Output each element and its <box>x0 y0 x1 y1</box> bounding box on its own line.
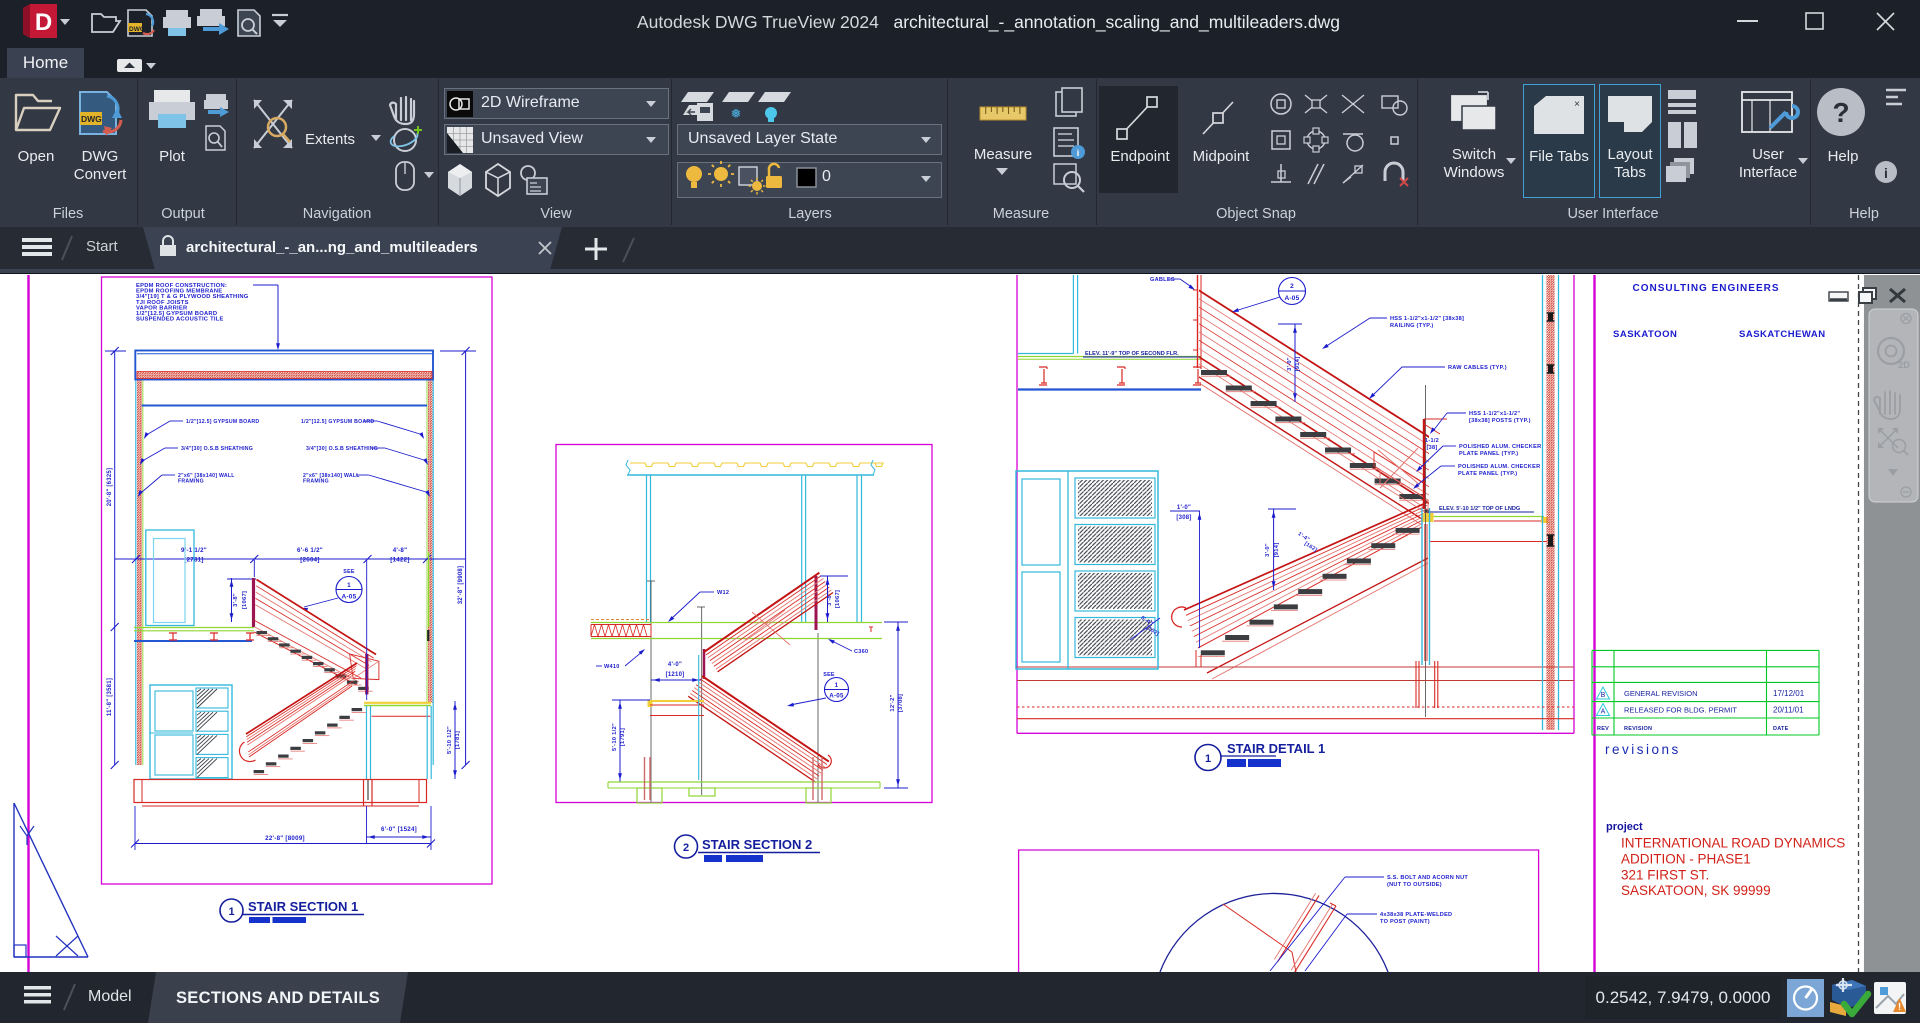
svg-text:ADDITION - PHASE1: ADDITION - PHASE1 <box>1621 852 1751 867</box>
svg-text:17/12/01: 17/12/01 <box>1773 689 1805 698</box>
svg-text:ELEV. 11'-9" TOP OF SECOND FLR: ELEV. 11'-9" TOP OF SECOND FLR. <box>1085 351 1179 357</box>
svg-text:6'-6 1/2": 6'-6 1/2" <box>297 547 323 554</box>
svg-text:POLISHED ALUM. CHECKER: POLISHED ALUM. CHECKER <box>1459 444 1541 450</box>
svg-text:32'-8" [9908]: 32'-8" [9908] <box>458 566 464 605</box>
svg-text:STAIR DETAIL 1: STAIR DETAIL 1 <box>1227 741 1325 756</box>
svg-text:1: 1 <box>835 682 839 689</box>
svg-text:1'-0": 1'-0" <box>1177 505 1191 511</box>
svg-text:DWG: DWG <box>81 114 102 124</box>
svg-text:22'-8" [8009]: 22'-8" [8009] <box>265 835 305 842</box>
svg-text:SASKATCHEWAN: SASKATCHEWAN <box>1739 329 1826 340</box>
svg-text:STAIR SECTION 1: STAIR SECTION 1 <box>248 899 358 914</box>
svg-text:project: project <box>1606 821 1643 833</box>
svg-text:[1210]: [1210] <box>666 672 685 678</box>
svg-text:5'-10 1/2": 5'-10 1/2" <box>612 723 618 751</box>
svg-text:[162]: [162] <box>1303 541 1318 554</box>
svg-text:[3708]: [3708] <box>898 694 904 712</box>
svg-text:[1781]: [1781] <box>455 731 461 749</box>
svg-text:[1067]: [1067] <box>242 591 248 609</box>
svg-text:FRAMING: FRAMING <box>178 479 204 485</box>
svg-text:SASKATOON, SK 99999: SASKATOON, SK 99999 <box>1621 883 1771 898</box>
svg-text:HSS 1-1/2"x1-1/2" [38x38]: HSS 1-1/2"x1-1/2" [38x38] <box>1390 316 1464 322</box>
svg-text:i: i <box>1884 165 1888 181</box>
svg-text:HSS 1-1/2"x1-1/2": HSS 1-1/2"x1-1/2" <box>1469 411 1520 417</box>
svg-text:B: B <box>1601 692 1606 699</box>
svg-text:RAW CABLES (TYP.): RAW CABLES (TYP.) <box>1448 365 1507 371</box>
svg-text:(NUT TO OUTSIDE): (NUT TO OUTSIDE) <box>1387 882 1442 888</box>
svg-text:[2604]: [2604] <box>300 557 319 564</box>
svg-text:1: 1 <box>1205 753 1211 765</box>
svg-text:ELEV. 5'-10 1/2" TOP OF LNDG: ELEV. 5'-10 1/2" TOP OF LNDG <box>1439 506 1520 512</box>
svg-text:1: 1 <box>228 906 234 918</box>
svg-text:D: D <box>35 9 52 36</box>
svg-text:?: ? <box>1832 97 1849 128</box>
svg-text:1-1/2: 1-1/2 <box>1425 438 1439 444</box>
svg-text:GABLES: GABLES <box>1150 277 1175 283</box>
svg-text:3'-8": 3'-8" <box>233 593 239 607</box>
svg-text:GENERAL REVISION: GENERAL REVISION <box>1624 689 1698 698</box>
svg-text:W12: W12 <box>717 590 729 596</box>
svg-text:A: A <box>1601 709 1606 716</box>
svg-text:2: 2 <box>683 842 689 854</box>
svg-text:321 FIRST ST.: 321 FIRST ST. <box>1621 868 1709 883</box>
svg-text:×: × <box>1574 99 1580 110</box>
svg-text:12'-2": 12'-2" <box>890 694 896 711</box>
svg-text:FRAMING: FRAMING <box>303 479 329 485</box>
svg-text:A-05: A-05 <box>1284 295 1299 302</box>
svg-text:11'-8" [3581]: 11'-8" [3581] <box>107 678 113 716</box>
svg-text:A-05: A-05 <box>341 594 356 601</box>
svg-text:3'-0": 3'-0" <box>1287 357 1293 371</box>
svg-text:DATE: DATE <box>1773 726 1789 732</box>
svg-text:C360: C360 <box>854 649 868 655</box>
svg-text:4'-8": 4'-8" <box>393 547 408 554</box>
svg-text:[1791]: [1791] <box>620 728 626 746</box>
svg-text:2: 2 <box>1290 283 1294 290</box>
svg-text:i: i <box>1077 148 1080 158</box>
svg-text:20'-8" [6325]: 20'-8" [6325] <box>107 468 113 507</box>
svg-text:TO POST (PAINT): TO POST (PAINT) <box>1380 919 1430 925</box>
svg-text:POLISHED ALUM. CHECKER: POLISHED ALUM. CHECKER <box>1458 464 1540 470</box>
svg-text:[38]: [38] <box>1427 445 1438 451</box>
svg-text:PLATE PANEL (TYP.): PLATE PANEL (TYP.) <box>1458 471 1517 477</box>
svg-text:SEE: SEE <box>823 672 835 678</box>
svg-text:RELEASED FOR BLDG. PERMIT: RELEASED FOR BLDG. PERMIT <box>1624 706 1737 715</box>
svg-text:[1067]: [1067] <box>835 590 841 608</box>
svg-text:SEE: SEE <box>343 569 355 575</box>
svg-text:3/4"[30] O.S.B SHEATHING: 3/4"[30] O.S.B SHEATHING <box>181 446 253 452</box>
svg-text:STAIR SECTION 2: STAIR SECTION 2 <box>702 837 812 852</box>
svg-text:DWG: DWG <box>129 26 145 33</box>
svg-text:1/2"[12.5] GYPSUM BOARD: 1/2"[12.5] GYPSUM BOARD <box>301 419 374 425</box>
svg-text:!: ! <box>1898 1002 1901 1013</box>
svg-text:SASKATOON: SASKATOON <box>1613 329 1677 340</box>
svg-text:W410: W410 <box>604 664 620 670</box>
svg-text:2D: 2D <box>1898 360 1910 370</box>
svg-text:SUSPENDED ACOUSTIC TILE: SUSPENDED ACOUSTIC TILE <box>136 317 224 323</box>
svg-text:A-05: A-05 <box>829 693 844 700</box>
svg-text:[914]: [914] <box>1274 543 1280 558</box>
svg-text:[1422]: [1422] <box>390 557 409 564</box>
svg-text:INTERNATIONAL ROAD DYNAMICS: INTERNATIONAL ROAD DYNAMICS <box>1621 836 1845 851</box>
svg-text:revisions: revisions <box>1605 742 1681 757</box>
svg-text:[38x38] POSTS (TYP.): [38x38] POSTS (TYP.) <box>1469 418 1531 424</box>
svg-text:REVISION: REVISION <box>1624 726 1652 732</box>
svg-text:3/4"[30] O.S.B SHEATHING: 3/4"[30] O.S.B SHEATHING <box>306 446 378 452</box>
svg-text:3'-8": 3'-8" <box>827 592 833 606</box>
svg-text:❅: ❅ <box>731 106 742 121</box>
svg-text:4'-0": 4'-0" <box>668 662 682 668</box>
svg-text:6'-0" [1524]: 6'-0" [1524] <box>381 826 417 833</box>
svg-text:1/2"[12.5] GYPSUM BOARD: 1/2"[12.5] GYPSUM BOARD <box>186 419 259 425</box>
svg-text:1: 1 <box>347 582 351 589</box>
svg-text:5'-10 1/2": 5'-10 1/2" <box>447 726 453 754</box>
svg-text:[914]: [914] <box>1295 357 1301 372</box>
svg-text:PLATE PANEL (TYP.): PLATE PANEL (TYP.) <box>1459 451 1518 457</box>
svg-text:[308]: [308] <box>1176 515 1191 521</box>
svg-text:S.S. BOLT AND ACORN NUT: S.S. BOLT AND ACORN NUT <box>1387 875 1468 881</box>
svg-text:20/11/01: 20/11/01 <box>1773 706 1804 715</box>
svg-text:REV: REV <box>1597 726 1609 732</box>
svg-text:3'-0": 3'-0" <box>1265 543 1271 557</box>
svg-text:4x38x38 PLATE-WELDED: 4x38x38 PLATE-WELDED <box>1380 912 1452 918</box>
svg-text:RAILING (TYP.): RAILING (TYP.) <box>1390 323 1434 329</box>
svg-text:CONSULTING ENGINEERS: CONSULTING ENGINEERS <box>1632 283 1779 294</box>
